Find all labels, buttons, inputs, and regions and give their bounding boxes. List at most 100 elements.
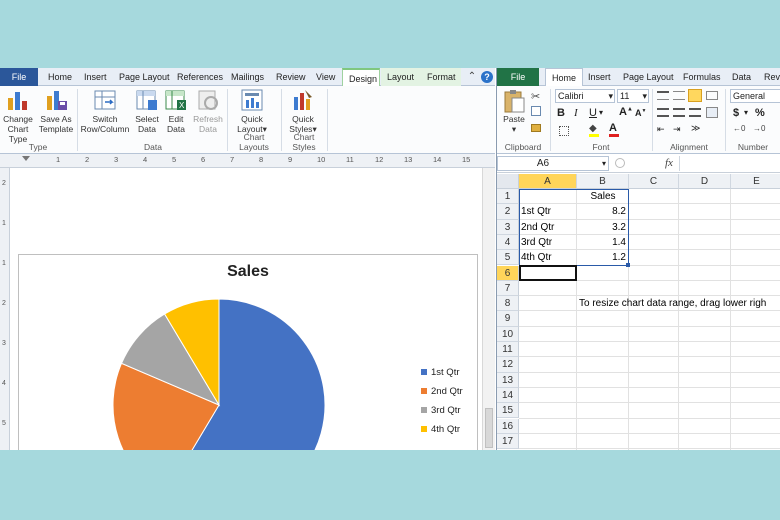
format-painter-icon[interactable] xyxy=(531,124,541,132)
underline-button[interactable]: U xyxy=(589,107,597,119)
cell-b2[interactable]: 8.2 xyxy=(577,204,626,219)
cell-a5[interactable]: 4th Qtr xyxy=(521,250,552,265)
select-all-corner[interactable] xyxy=(497,174,519,189)
copy-icon[interactable] xyxy=(531,106,541,116)
tab-review[interactable]: Revi xyxy=(758,68,780,86)
row-header-3[interactable]: 3 xyxy=(497,219,519,235)
minimize-ribbon-icon[interactable]: ⌃ xyxy=(466,71,478,83)
tab-mailings[interactable]: Mailings xyxy=(225,68,270,86)
edit-data-button[interactable]: X Edit Data xyxy=(162,88,190,134)
align-left-icon[interactable] xyxy=(657,108,669,117)
tab-layout[interactable]: Layout xyxy=(381,68,421,86)
wrap-text-icon[interactable] xyxy=(706,91,718,100)
italic-button[interactable]: I xyxy=(574,107,578,119)
cell-a3[interactable]: 2nd Qtr xyxy=(521,220,554,235)
currency-dropdown-icon[interactable]: ▾ xyxy=(744,108,748,117)
active-cell-a6[interactable] xyxy=(519,264,577,281)
formula-resize-handle-icon[interactable] xyxy=(615,158,625,168)
tab-references[interactable]: References xyxy=(171,68,229,86)
word-vertical-scrollbar[interactable] xyxy=(482,168,495,450)
vertical-ruler[interactable]: 2 1 1 2 3 4 5 xyxy=(0,168,10,450)
tab-page-layout[interactable]: Page Layout xyxy=(113,68,176,86)
font-color-icon[interactable]: A xyxy=(609,122,619,137)
increase-decimal-icon[interactable]: ←0 xyxy=(733,124,745,133)
help-icon[interactable]: ? xyxy=(481,71,493,83)
row-header-9[interactable]: 9 xyxy=(497,311,519,327)
row-header-14[interactable]: 14 xyxy=(497,387,519,404)
row-header-4[interactable]: 4 xyxy=(497,234,519,251)
cell-a2[interactable]: 1st Qtr xyxy=(521,204,551,219)
name-box[interactable]: A6 ▾ xyxy=(497,156,609,171)
row-header-17[interactable]: 17 xyxy=(497,433,519,450)
grow-font-icon[interactable]: A▲ xyxy=(619,106,633,118)
save-as-template-button[interactable]: Save As Template xyxy=(38,88,74,134)
tab-insert[interactable]: Insert xyxy=(78,68,113,86)
cell-b1[interactable]: Sales xyxy=(577,189,629,204)
cell-b3[interactable]: 3.2 xyxy=(577,220,626,235)
shrink-font-icon[interactable]: A▼ xyxy=(635,108,646,118)
row-header-5[interactable]: 5 xyxy=(497,250,519,266)
paste-button[interactable]: Paste ▾ xyxy=(499,88,529,134)
tab-view[interactable]: View xyxy=(310,68,341,86)
row-header-16[interactable]: 16 xyxy=(497,418,519,434)
decrease-indent-icon[interactable]: ⇤ xyxy=(657,124,665,135)
horizontal-ruler[interactable]: 1 2 3 4 5 6 7 8 9 10 11 12 13 14 15 xyxy=(0,154,495,168)
borders-icon[interactable] xyxy=(559,126,569,136)
switch-row-column-button[interactable]: Switch Row/Column xyxy=(80,88,130,134)
column-header-e[interactable]: E xyxy=(731,174,780,189)
orientation-icon[interactable]: ≫ xyxy=(691,123,700,134)
number-format-select[interactable]: General xyxy=(730,89,780,103)
select-data-button[interactable]: Select Data xyxy=(132,88,162,134)
row-header-11[interactable]: 11 xyxy=(497,342,519,358)
align-bottom-icon[interactable] xyxy=(688,89,702,102)
cell-b4[interactable]: 1.4 xyxy=(577,235,626,250)
currency-icon[interactable]: $ xyxy=(733,107,739,119)
row-header-15[interactable]: 15 xyxy=(497,403,519,419)
tab-formulas[interactable]: Formulas xyxy=(677,68,727,86)
tab-page-layout[interactable]: Page Layout xyxy=(617,68,680,86)
quick-layout-button[interactable]: Quick Layout▾ xyxy=(232,88,272,134)
fill-color-icon[interactable]: ◆ xyxy=(589,123,599,137)
tab-format[interactable]: Format xyxy=(421,68,461,86)
cell-a4[interactable]: 3rd Qtr xyxy=(521,235,552,250)
cell-b8[interactable]: To resize chart data range, drag lower r… xyxy=(579,296,766,311)
tab-design[interactable]: Design xyxy=(342,68,380,86)
row-header-13[interactable]: 13 xyxy=(497,372,519,388)
cut-icon[interactable]: ✂ xyxy=(531,90,540,103)
tab-file[interactable]: File xyxy=(497,68,539,86)
refresh-data-button[interactable]: Refresh Data xyxy=(191,88,225,134)
tab-data[interactable]: Data xyxy=(726,68,757,86)
resize-handle-icon[interactable] xyxy=(626,262,630,267)
row-header-6[interactable]: 6 xyxy=(497,265,519,281)
tab-file[interactable]: File xyxy=(0,68,38,86)
decrease-decimal-icon[interactable]: →0 xyxy=(753,124,765,133)
underline-dropdown-icon[interactable]: ▾ xyxy=(599,108,603,117)
tab-review[interactable]: Review xyxy=(270,68,312,86)
align-center-icon[interactable] xyxy=(673,108,685,117)
tab-home[interactable]: Home xyxy=(42,68,78,86)
row-header-8[interactable]: 8 xyxy=(497,296,519,312)
row-header-2[interactable]: 2 xyxy=(497,204,519,220)
font-size-select[interactable]: 11 ▾ xyxy=(617,89,649,103)
row-header-12[interactable]: 12 xyxy=(497,357,519,373)
column-header-d[interactable]: D xyxy=(679,174,731,189)
percent-icon[interactable]: % xyxy=(755,107,765,119)
tab-home[interactable]: Home xyxy=(545,68,584,86)
merge-center-icon[interactable] xyxy=(706,107,718,118)
align-middle-icon[interactable] xyxy=(673,91,685,100)
cell-b5[interactable]: 1.2 xyxy=(577,250,626,265)
change-chart-type-button[interactable]: Change Chart Type xyxy=(0,88,36,144)
column-header-b[interactable]: B xyxy=(577,174,629,189)
align-right-icon[interactable] xyxy=(689,108,701,117)
row-header-1[interactable]: 1 xyxy=(497,189,519,205)
insert-function-icon[interactable]: fx xyxy=(665,157,673,169)
scrollbar-thumb[interactable] xyxy=(485,408,493,448)
chart-area[interactable]: Sales 1st Qtr 2nd Qtr 3rd Qtr 4th Qtr xyxy=(18,254,478,450)
bold-button[interactable]: B xyxy=(557,107,565,119)
font-name-select[interactable]: Calibri ▾ xyxy=(555,89,615,103)
spreadsheet-grid[interactable]: A B C D E 1 2 3 4 5 6 7 8 9 10 11 12 13 14 15 16 17 Sales 1st Q… xyxy=(497,174,780,450)
formula-input[interactable] xyxy=(679,156,780,171)
ruler-indent-marker-icon[interactable] xyxy=(22,156,30,161)
row-header-10[interactable]: 10 xyxy=(497,326,519,342)
column-header-c[interactable]: C xyxy=(629,174,679,189)
